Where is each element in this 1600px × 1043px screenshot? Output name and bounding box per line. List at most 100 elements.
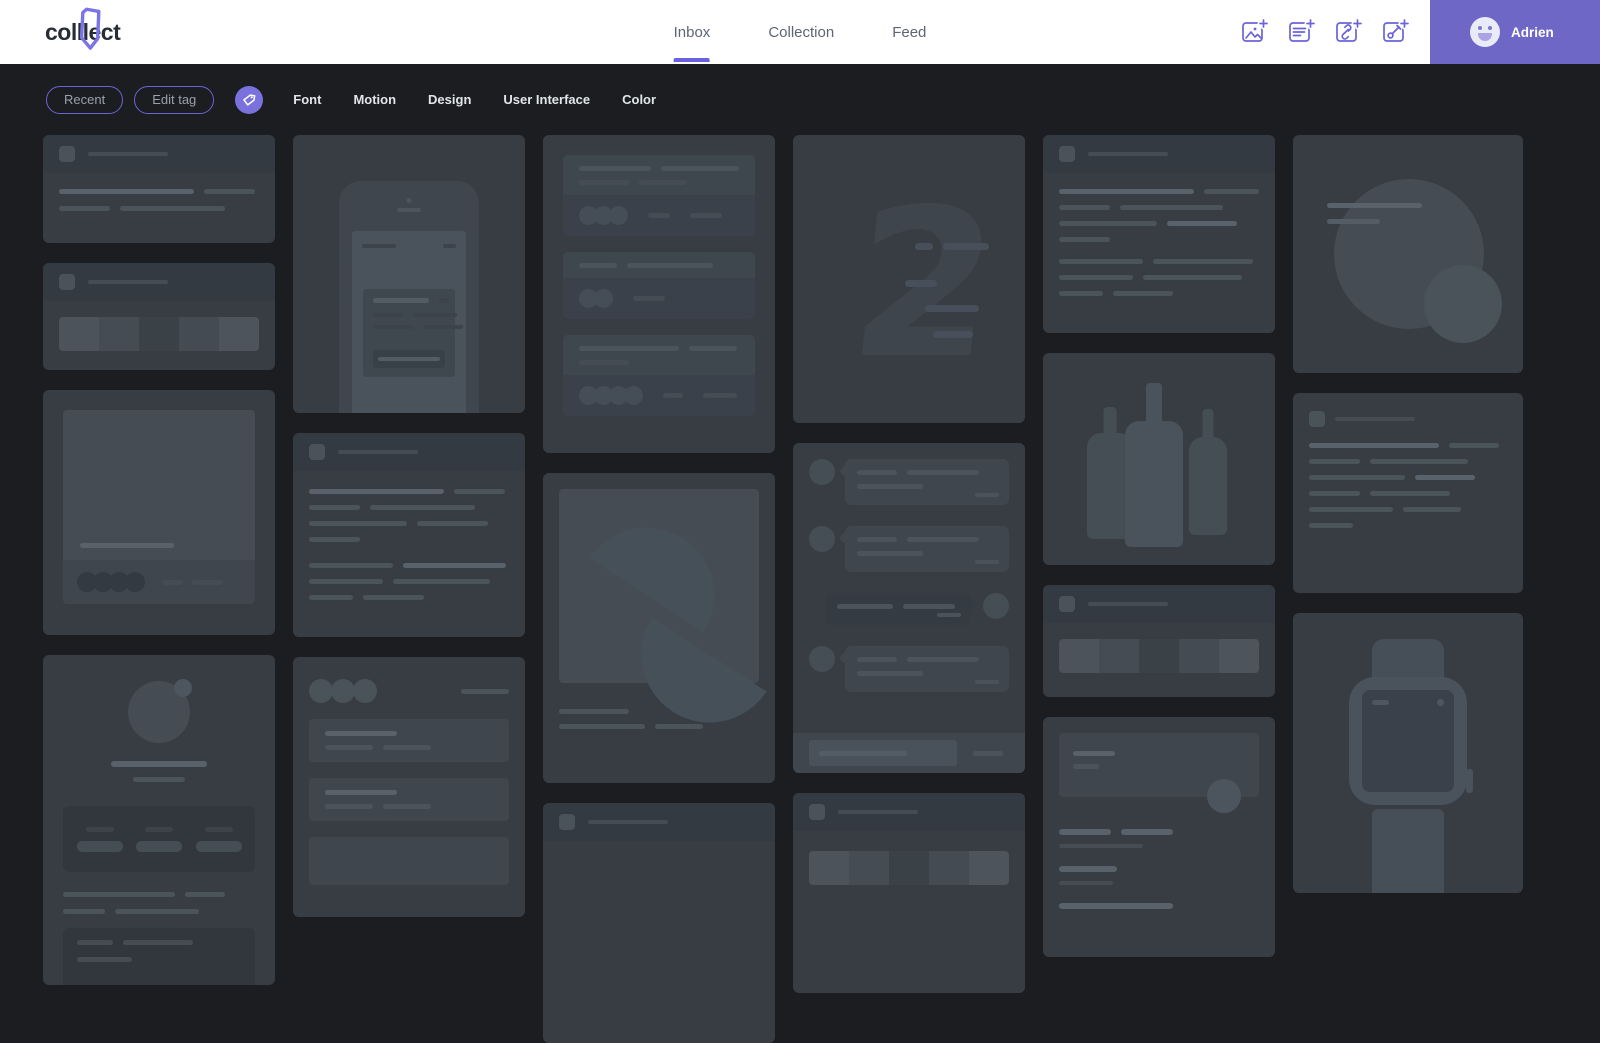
card-image-post-placeholder[interactable] (43, 390, 275, 635)
tab-feed[interactable]: Feed (892, 0, 926, 64)
skeleton-shape (1059, 829, 1259, 909)
skeleton-shape (857, 537, 997, 542)
card-palette-placeholder[interactable] (43, 263, 275, 370)
skeleton-shape (373, 325, 413, 329)
skeleton-shape (1059, 844, 1259, 848)
skeleton-shape (624, 386, 643, 405)
top-bar: colllect Inbox Collection Feed (0, 0, 1600, 64)
skeleton-shape (579, 346, 739, 351)
card-text-placeholder[interactable] (293, 433, 525, 637)
card-notifications-placeholder[interactable] (543, 135, 775, 453)
card-profile-placeholder[interactable] (43, 655, 275, 985)
skeleton-shape (857, 470, 997, 475)
card-chat-placeholder[interactable] (793, 443, 1025, 773)
tag-motion[interactable]: Motion (337, 92, 412, 107)
card-numeral-illustration-placeholder[interactable]: 2 (793, 135, 1025, 423)
tab-collection[interactable]: Collection (768, 0, 834, 64)
skeleton-shape (309, 778, 509, 821)
skeleton-shape (1143, 275, 1242, 280)
skeleton-shape (205, 827, 233, 832)
skeleton-shape (125, 572, 145, 592)
user-menu[interactable]: Adrien (1430, 0, 1600, 64)
edit-tag-button[interactable]: Edit tag (134, 86, 214, 114)
bottle-shape-right (1189, 437, 1227, 535)
grid-column-5 (1043, 135, 1275, 1043)
skeleton-shape (929, 851, 969, 885)
skeleton-shape (690, 213, 722, 218)
card-logo-shot-placeholder[interactable] (543, 473, 775, 783)
skeleton-shape (1466, 769, 1473, 793)
skeleton-shape (857, 484, 923, 489)
add-actions (1239, 0, 1410, 64)
skeleton-shape (579, 346, 679, 351)
skeleton-shape (1207, 779, 1241, 813)
skeleton-shape (1335, 417, 1415, 421)
skeleton-shape (559, 724, 645, 729)
skeleton-shape (579, 263, 739, 268)
skeleton-shape (1059, 221, 1157, 226)
skeleton-shape (1293, 393, 1523, 544)
card-palette-placeholder[interactable] (1043, 585, 1275, 697)
skeleton-shape (857, 657, 897, 662)
tag-filter-button[interactable] (235, 86, 263, 114)
skeleton-shape (1059, 237, 1110, 242)
tab-feed-label: Feed (892, 24, 926, 41)
skeleton-shape (43, 135, 275, 173)
card-palette-placeholder[interactable] (793, 793, 1025, 993)
recent-button[interactable]: Recent (46, 86, 123, 114)
skeleton-shape (639, 180, 687, 185)
logo[interactable]: colllect (45, 0, 120, 64)
tag-design[interactable]: Design (412, 92, 487, 107)
skeleton-shape (1059, 189, 1259, 194)
skeleton-shape (63, 909, 255, 914)
card-list-placeholder[interactable] (293, 657, 525, 917)
skeleton-shape (563, 375, 755, 416)
tag-color[interactable]: Color (606, 92, 672, 107)
skeleton-shape (809, 646, 835, 672)
tag-font[interactable]: Font (277, 92, 337, 107)
tab-inbox[interactable]: Inbox (674, 0, 711, 64)
skeleton-shape (975, 493, 999, 497)
skeleton-shape (809, 526, 835, 552)
skeleton-shape (857, 551, 923, 556)
skeleton-shape (309, 595, 509, 600)
tag-user-interface[interactable]: User Interface (487, 92, 606, 107)
add-note-button[interactable] (1286, 17, 1316, 47)
card-circles-illustration-placeholder[interactable] (1293, 135, 1523, 373)
filter-bar: Recent Edit tag Font Motion Design User … (46, 85, 672, 114)
card-smartwatch-illustration-placeholder[interactable] (1293, 613, 1523, 893)
add-color-button[interactable] (1380, 17, 1410, 47)
skeleton-shape (331, 679, 355, 703)
bottle-shape-center (1125, 421, 1183, 547)
skeleton-shape (373, 313, 403, 317)
card-text-placeholder[interactable] (1293, 393, 1523, 593)
card-text-placeholder[interactable] (1043, 135, 1275, 333)
color-palette-strip (59, 317, 259, 351)
add-image-button[interactable] (1239, 17, 1269, 47)
skeleton-shape (163, 580, 183, 585)
add-link-button[interactable] (1333, 17, 1363, 47)
skeleton-shape (133, 777, 185, 782)
card-mobile-mockup-placeholder[interactable] (293, 135, 525, 413)
card-bottles-illustration-placeholder[interactable] (1043, 353, 1275, 565)
skeleton-shape (363, 289, 455, 377)
skeleton-shape (857, 671, 997, 676)
card-article-list-placeholder[interactable] (1043, 717, 1275, 957)
skeleton-shape (1043, 585, 1275, 623)
skeleton-shape (1309, 475, 1405, 480)
skeleton-shape (63, 892, 255, 897)
skeleton-shape (1179, 639, 1219, 673)
skeleton-shape (857, 537, 897, 542)
card-note-placeholder[interactable] (43, 135, 275, 243)
skeleton-shape (943, 243, 989, 250)
skeleton-shape (309, 579, 509, 584)
card-note-placeholder[interactable] (543, 803, 775, 1043)
skeleton-shape (59, 274, 75, 290)
skeleton-shape (579, 166, 739, 171)
skeleton-shape (1059, 237, 1259, 242)
skeleton-shape (309, 595, 353, 600)
skeleton-shape (219, 317, 259, 351)
skeleton-shape (59, 206, 259, 211)
tab-inbox-label: Inbox (674, 24, 711, 41)
skeleton-shape (439, 298, 449, 303)
